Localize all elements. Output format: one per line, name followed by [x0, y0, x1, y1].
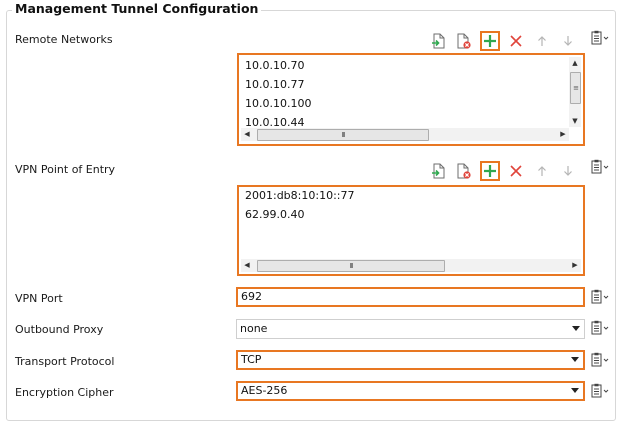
import-button[interactable] [428, 31, 448, 51]
remote-networks-toolbar [428, 31, 588, 53]
vpn-port-input[interactable]: 692 [236, 287, 585, 307]
remove-icon [457, 163, 471, 179]
list-item[interactable]: 10.0.10.100 [245, 94, 565, 113]
import-icon [432, 163, 445, 179]
clipboard-menu-icon[interactable] [590, 383, 610, 399]
outbound-proxy-select[interactable]: none [236, 319, 585, 339]
delete-button[interactable] [506, 31, 526, 51]
import-button[interactable] [428, 161, 448, 181]
add-button[interactable] [480, 161, 500, 181]
outbound-proxy-label: Outbound Proxy [15, 323, 104, 336]
remote-networks-label: Remote Networks [15, 33, 113, 46]
move-down-button[interactable] [558, 31, 578, 51]
delete-icon [510, 165, 522, 177]
move-up-icon [538, 36, 546, 46]
scroll-up-arrow-icon[interactable]: ▲ [569, 57, 581, 69]
scroll-thumb[interactable]: ≡ [570, 72, 581, 104]
remote-networks-items: 10.0.10.70 10.0.10.77 10.0.10.100 10.0.1… [245, 56, 565, 132]
vpn-entry-label: VPN Point of Entry [15, 163, 116, 176]
group-title: Management Tunnel Configuration [12, 1, 262, 16]
add-icon [484, 165, 496, 177]
vpn-entry-list[interactable]: 2001:db8:10:10::77 62.99.0.40 ◀ III ▶ [237, 185, 585, 276]
scroll-left-arrow-icon[interactable]: ◀ [241, 128, 253, 141]
outbound-proxy-value: none [240, 322, 268, 335]
remove-icon [457, 33, 471, 49]
remote-networks-list[interactable]: 10.0.10.70 10.0.10.77 10.0.10.100 10.0.1… [237, 53, 585, 146]
horizontal-scrollbar[interactable]: ◀ III ▶ [241, 128, 569, 141]
list-item[interactable]: 10.0.10.70 [245, 56, 565, 75]
move-down-button[interactable] [558, 161, 578, 181]
encryption-cipher-label: Encryption Cipher [15, 386, 114, 399]
remove-entry-button[interactable] [454, 161, 474, 181]
move-down-icon [564, 166, 572, 176]
scroll-thumb[interactable]: III [257, 260, 445, 272]
clipboard-menu-icon[interactable] [590, 159, 610, 175]
add-icon [484, 35, 496, 47]
move-up-icon [538, 166, 546, 176]
list-item[interactable]: 62.99.0.40 [245, 205, 565, 224]
horizontal-scrollbar[interactable]: ◀ III ▶ [241, 259, 581, 272]
clipboard-menu-icon[interactable] [590, 30, 610, 46]
vpn-port-label: VPN Port [15, 292, 63, 305]
add-button[interactable] [480, 31, 500, 51]
vpn-entry-items: 2001:db8:10:10::77 62.99.0.40 [245, 187, 565, 224]
move-up-button[interactable] [532, 31, 552, 51]
delete-icon [510, 35, 522, 47]
scroll-left-arrow-icon[interactable]: ◀ [241, 259, 253, 272]
scroll-thumb[interactable]: III [257, 129, 429, 141]
move-down-icon [564, 36, 572, 46]
move-up-button[interactable] [532, 161, 552, 181]
import-icon [432, 33, 445, 49]
remove-entry-button[interactable] [454, 31, 474, 51]
encryption-cipher-select[interactable]: AES-256 [236, 381, 585, 401]
dropdown-arrow-icon[interactable] [569, 384, 581, 397]
scroll-right-arrow-icon[interactable]: ▶ [569, 259, 581, 272]
transport-protocol-select[interactable]: TCP [236, 350, 585, 370]
transport-protocol-label: Transport Protocol [15, 355, 115, 368]
vpn-entry-toolbar [428, 161, 588, 183]
delete-button[interactable] [506, 161, 526, 181]
transport-protocol-value: TCP [241, 353, 262, 366]
scroll-down-arrow-icon[interactable]: ▼ [569, 115, 581, 127]
dropdown-arrow-icon[interactable] [569, 353, 581, 366]
list-item[interactable]: 10.0.10.77 [245, 75, 565, 94]
dropdown-arrow-icon[interactable] [570, 322, 582, 335]
vertical-scrollbar[interactable]: ▲ ≡ ▼ [569, 57, 581, 127]
clipboard-menu-icon[interactable] [590, 320, 610, 336]
clipboard-menu-icon[interactable] [590, 352, 610, 368]
list-item[interactable]: 2001:db8:10:10::77 [245, 187, 565, 205]
scroll-right-arrow-icon[interactable]: ▶ [557, 128, 569, 141]
encryption-cipher-value: AES-256 [241, 384, 288, 397]
clipboard-menu-icon[interactable] [590, 289, 610, 305]
